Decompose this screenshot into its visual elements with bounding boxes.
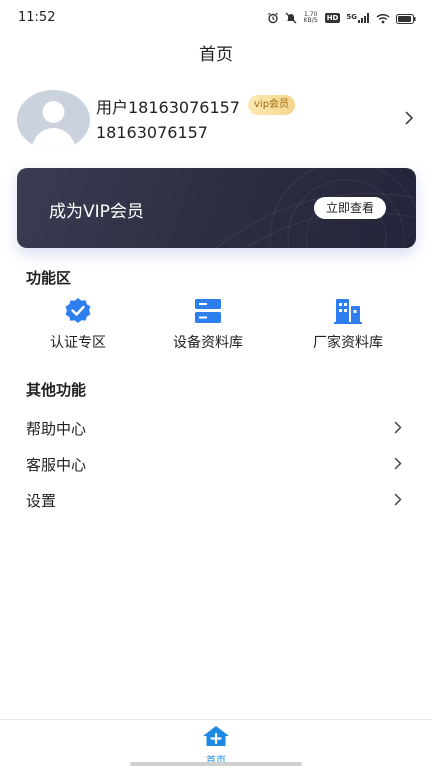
function-label: 厂家资料库	[313, 335, 383, 351]
other-section-title: 其他功能	[26, 381, 87, 399]
view-now-button[interactable]: 立即查看	[314, 197, 386, 219]
function-label: 设备资料库	[173, 335, 243, 351]
mute-icon	[285, 9, 297, 28]
certification-badge-icon	[63, 296, 93, 326]
network-type: 5G	[346, 13, 357, 21]
server-database-icon	[193, 296, 223, 326]
chevron-right-icon	[394, 491, 402, 510]
nav-tab-home[interactable]: 首页	[196, 725, 236, 767]
vip-banner-title: 成为VIP会员	[49, 202, 144, 222]
chevron-right-icon	[394, 455, 402, 474]
function-section-title: 功能区	[26, 269, 72, 287]
wifi-icon	[376, 9, 390, 28]
default-avatar-icon	[31, 101, 76, 150]
status-bar: 11:52 1.70 KB/S HD 5G	[0, 0, 432, 36]
function-item-device-library[interactable]: 设备资料库	[160, 296, 256, 352]
battery-icon	[396, 9, 416, 28]
function-label: 认证专区	[50, 335, 106, 351]
vip-banner[interactable]: 成为VIP会员 立即查看	[17, 168, 416, 248]
menu-item-customer-service[interactable]: 客服中心	[26, 450, 406, 478]
signal-icon: 5G	[346, 13, 370, 23]
function-item-certification[interactable]: 认证专区	[38, 296, 118, 352]
avatar[interactable]	[17, 90, 90, 150]
building-icon	[333, 296, 363, 326]
net-speed-unit: KB/S	[303, 17, 318, 24]
user-name: 用户18163076157	[96, 98, 240, 117]
chevron-right-icon	[394, 419, 402, 438]
bottom-nav: 首页	[0, 719, 432, 768]
alarm-icon	[267, 9, 279, 28]
user-phone: 18163076157	[96, 123, 208, 142]
menu-item-help-center[interactable]: 帮助中心	[26, 414, 406, 442]
home-plus-icon	[201, 726, 231, 751]
net-speed: 1.70 KB/S	[303, 12, 319, 24]
page-title: 首页	[199, 45, 233, 65]
chevron-right-icon	[405, 110, 414, 129]
hd-badge: HD	[324, 13, 341, 23]
status-time: 11:52	[18, 10, 56, 25]
home-indicator[interactable]	[130, 762, 302, 766]
vip-member-badge: vip会员	[248, 95, 296, 115]
profile-card[interactable]: 用户18163076157 vip会员 18163076157	[17, 90, 417, 152]
function-item-vendor-library[interactable]: 厂家资料库	[300, 296, 396, 352]
status-icons: 1.70 KB/S HD 5G	[267, 9, 416, 27]
menu-item-label: 客服中心	[26, 456, 87, 474]
menu-item-label: 设置	[26, 492, 57, 510]
menu-item-settings[interactable]: 设置	[26, 486, 406, 514]
menu-item-label: 帮助中心	[26, 420, 87, 438]
